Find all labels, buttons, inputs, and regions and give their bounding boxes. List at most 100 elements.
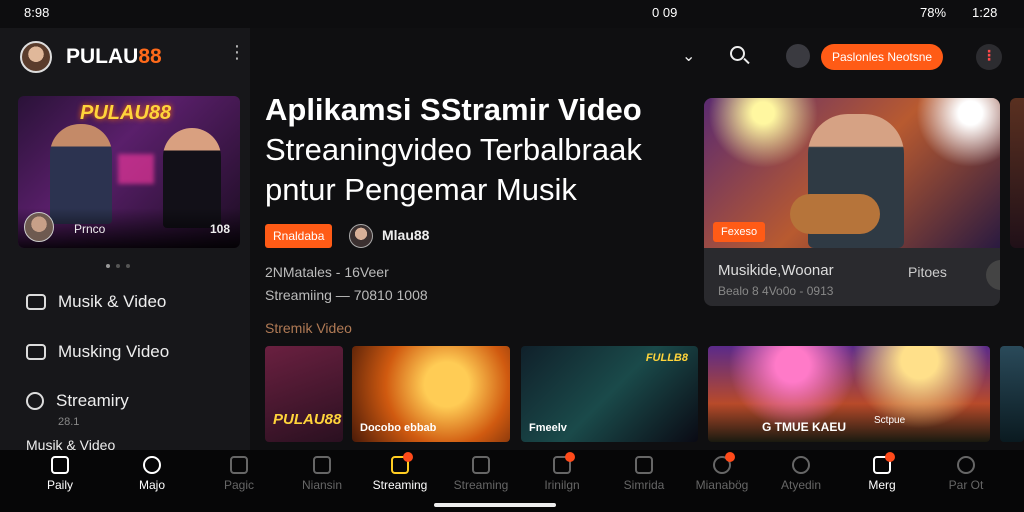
nav-item-par-ot[interactable]: Par Ot	[926, 456, 1006, 492]
nav-item-pagic[interactable]: Pagic	[199, 456, 279, 492]
clock-icon	[143, 456, 161, 474]
card-author-avatar	[24, 212, 54, 242]
triangle-icon	[230, 456, 248, 474]
status-left-time: 8:98	[24, 5, 50, 20]
sidebar-item-label: Musik & Video	[58, 292, 167, 311]
featured-toggle[interactable]	[986, 260, 1000, 290]
sidebar-item-sub: 28.1	[58, 416, 80, 428]
thumbnail-caption: PULAU88	[273, 411, 342, 428]
avatar[interactable]	[20, 41, 52, 73]
sidebar-item-musking-video[interactable]: Musking Video	[26, 342, 169, 362]
card-author: Prnco	[74, 222, 106, 236]
main-content: ⌄ Paslonles Neotsne ⋮ Aplikamsi SStramir…	[250, 28, 1024, 450]
video-thumbnail[interactable]: FULLB8 Fmeelv	[521, 346, 698, 442]
battery-percent: 78%	[920, 5, 947, 20]
nav-label: Pagic	[223, 478, 255, 492]
chevron-down-icon[interactable]: ⌄	[682, 46, 695, 66]
brand-row[interactable]: PULAU88	[20, 40, 162, 74]
stat-line-2: Streamiing — 70810 1008	[265, 287, 428, 303]
thumbnail-caption: Fmeelv	[529, 422, 567, 434]
nav-label: Merg	[868, 478, 896, 492]
sidebar-item-label: Musking Video	[58, 342, 170, 361]
card-logo: PULAU88	[80, 102, 172, 124]
search-icon[interactable]	[730, 46, 745, 61]
status-center: 0 09	[652, 5, 678, 20]
edit-icon	[635, 456, 653, 474]
settings-icon	[792, 456, 810, 474]
sidebar-item-musik-video-2[interactable]: Musik & Video	[26, 440, 115, 450]
primary-action-button[interactable]: Paslonles Neotsne	[821, 44, 944, 70]
nav-item-streaming-2[interactable]: Streaming	[441, 456, 521, 492]
category-tag[interactable]: Rnaldaba	[265, 224, 333, 248]
brand-part1: PULAU	[66, 45, 139, 68]
author-avatar[interactable]	[349, 224, 373, 248]
nav-item-niansin[interactable]: Niansin	[282, 456, 362, 492]
title-line-3: pntur Pengemar Musik	[265, 172, 577, 207]
card-count: 108	[209, 222, 230, 236]
sidebar-item-label: Streamiry	[56, 391, 129, 410]
notification-badge	[725, 452, 735, 462]
record-icon	[713, 452, 735, 474]
featured-play-button[interactable]: Pitoes	[908, 264, 947, 280]
sidebar-featured-card[interactable]: PULAU88 Prnco 108	[18, 96, 240, 248]
featured-subtitle: Bealo 8 4Vo0o - 0913	[718, 284, 834, 298]
video-icon	[26, 344, 46, 360]
sidebar-item-musik-video[interactable]: Musik & Video	[26, 292, 166, 312]
video-thumbnail[interactable]: G TMUE KAEU Sctpue	[708, 346, 990, 442]
home-icon	[51, 456, 69, 474]
sidebar: PULAU88 ⋮ PULAU88 Prnco 108 Musik & Vide…	[0, 28, 250, 450]
nav-label: Par Ot	[948, 478, 984, 492]
nav-item-atyedin[interactable]: Atyedin	[761, 456, 841, 492]
title-line-2: Streaningvideo Terbalbraak	[265, 132, 642, 167]
brand-logo: PULAU88	[66, 45, 162, 69]
nav-label: Paily	[46, 478, 73, 492]
author-name[interactable]: Mlau88	[382, 227, 429, 243]
next-card-peek[interactable]	[1010, 98, 1024, 248]
thumbnail-badge: FULLB8	[645, 352, 688, 364]
section-title: Stremik Video	[265, 320, 352, 336]
chat-icon	[553, 452, 575, 474]
thumbnail-caption: G TMUE KAEU	[762, 420, 846, 434]
video-thumbnail[interactable]: Docobo ebbab	[352, 346, 510, 442]
sidebar-item-label: Musik & Video	[26, 440, 116, 450]
nav-label: Atyedin	[780, 478, 822, 492]
featured-title: Musikide,Woonar	[718, 262, 834, 279]
title-line-1: Aplikamsi SStramir Video	[265, 92, 642, 127]
nav-item-majo[interactable]: Majo	[112, 456, 192, 492]
nav-label: Irinilgn	[544, 478, 580, 492]
home-indicator[interactable]	[434, 503, 556, 507]
page-title: Aplikamsi SStramir Video Streaningvideo …	[265, 90, 685, 210]
streaming-icon	[391, 452, 413, 474]
more-icon[interactable]: ⋮	[976, 44, 1002, 70]
nav-item-streaming[interactable]: Streaming	[360, 452, 440, 492]
nav-item-simrida[interactable]: Simrida	[604, 456, 684, 492]
stat-line-1: 2NMatales - 16Veer	[265, 264, 389, 280]
tag-icon	[313, 456, 331, 474]
nav-item-mianabog[interactable]: Mianabög	[682, 452, 762, 492]
nav-label: Niansin	[301, 478, 343, 492]
bookmark-icon	[873, 452, 895, 474]
sidebar-menu-icon[interactable]: ⋮	[228, 43, 246, 61]
calendar-icon	[472, 456, 490, 474]
thumbnail-caption: Docobo ebbab	[360, 422, 437, 434]
featured-video-card[interactable]: Fexeso Musikide,Woonar Bealo 8 4Vo0o - 0…	[704, 98, 1000, 306]
stream-icon	[26, 392, 44, 410]
nav-item-paily[interactable]: Paily	[20, 456, 100, 492]
status-bar: 8:98 0 09 78% 1:28	[0, 0, 1024, 28]
notification-badge	[565, 452, 575, 462]
settings-icon[interactable]	[786, 44, 810, 68]
video-thumbnail[interactable]	[1000, 346, 1024, 442]
featured-tag: Fexeso	[713, 222, 766, 242]
guitar-shape	[790, 194, 880, 234]
search-icon	[957, 456, 975, 474]
nav-item-irinilgn[interactable]: Irinilgn	[522, 452, 602, 492]
nav-label: Simrida	[623, 478, 665, 492]
carousel-dots[interactable]	[106, 264, 130, 268]
sidebar-item-streamiry[interactable]: Streamiry	[26, 391, 129, 411]
neon-light	[118, 154, 154, 184]
nav-label: Mianabög	[695, 478, 749, 492]
nav-label: Majo	[138, 478, 165, 492]
nav-item-merg[interactable]: Merg	[842, 452, 922, 492]
thumbnail-caption-2: Sctpue	[874, 415, 906, 426]
video-thumbnail[interactable]: PULAU88	[265, 346, 343, 442]
